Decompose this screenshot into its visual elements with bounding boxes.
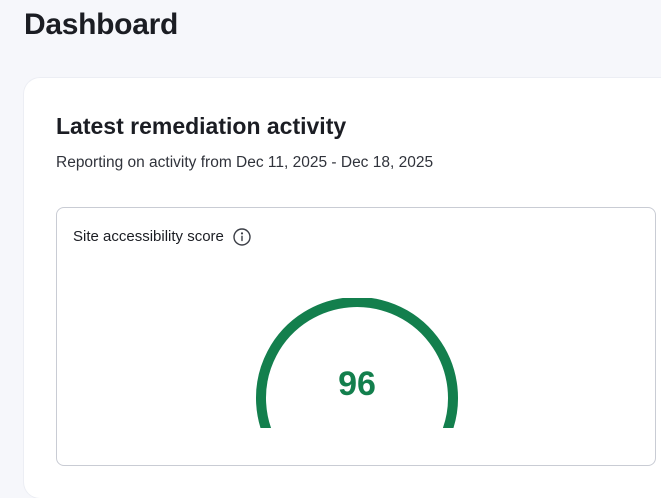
info-circle-icon [233, 228, 251, 246]
score-value: 96 [338, 365, 376, 403]
section-title: Latest remediation activity [56, 113, 347, 139]
accessibility-score-card: Site accessibility score 96 [56, 207, 656, 466]
card-header: Site accessibility score [73, 226, 252, 248]
score-gauge: 96 [237, 297, 477, 451]
reporting-period-text: Reporting on activity from Dec 11, 2025 … [56, 154, 434, 171]
remediation-activity-panel: Latest remediation activity Reporting on… [24, 78, 661, 498]
card-title: Site accessibility score [73, 228, 224, 245]
info-icon[interactable] [232, 227, 252, 247]
page-title: Dashboard [24, 8, 178, 41]
gauge-svg [256, 297, 458, 451]
